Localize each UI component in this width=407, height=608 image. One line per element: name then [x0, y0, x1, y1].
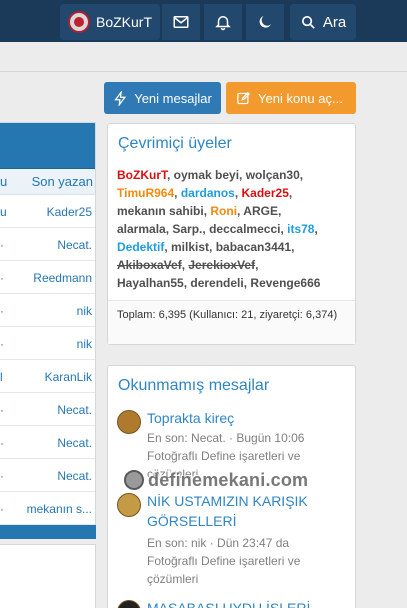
table-row[interactable]: u Kader25	[0, 195, 95, 228]
table-row[interactable]: · mekanın s...	[0, 492, 95, 525]
row-cell-left: ·	[0, 403, 4, 417]
table-row[interactable]: · nik	[0, 327, 95, 360]
last-poster-link[interactable]: Kader25	[47, 205, 92, 219]
last-poster-link[interactable]: nik	[77, 337, 92, 351]
table-row[interactable]: · Reedmann	[0, 261, 95, 294]
thread-meta: En son: nik · Dün 23:47 da	[147, 536, 290, 550]
list-item: MASABAŞI UYDU İŞLERİ	[117, 598, 349, 608]
row-cell-left: ·	[0, 238, 4, 252]
table-row[interactable]: · nik	[0, 294, 95, 327]
online-user-link[interactable]: Hayalhan55	[117, 276, 184, 290]
last-poster-link[interactable]: mekanın s...	[27, 502, 92, 516]
site-watermark: definemekani.com	[124, 468, 308, 492]
avatar[interactable]	[117, 600, 141, 608]
forum-table: u Son yazan u Kader25 · Necat. · Reedmann ·…	[0, 122, 96, 539]
new-messages-button[interactable]: Yeni mesajlar	[104, 82, 221, 114]
search-icon	[301, 15, 315, 29]
last-poster-link[interactable]: Reedmann	[33, 271, 92, 285]
online-user-link[interactable]: deccalmecci	[209, 222, 280, 236]
watermark-logo-icon	[124, 470, 144, 490]
dark-mode-toggle[interactable]	[246, 4, 284, 40]
online-users-list: BoZKurT, oymak beyi, wolçan30, TimuR964,…	[117, 168, 321, 290]
inbox-button[interactable]	[162, 4, 200, 40]
last-poster-link[interactable]: Necat.	[57, 403, 92, 417]
column-header-last-poster: Son yazan	[31, 174, 93, 189]
online-user-link[interactable]: BoZKurT	[117, 168, 167, 182]
table-row[interactable]: · Necat.	[0, 426, 95, 459]
online-user-link[interactable]: Dedektif	[117, 240, 164, 254]
account-button[interactable]: BoZKurT	[60, 4, 160, 40]
online-user-link[interactable]: Kader25	[242, 186, 289, 200]
user-avatar	[68, 11, 90, 33]
sub-navigation-bar	[0, 42, 407, 72]
online-user-link[interactable]: alarmala	[117, 222, 166, 236]
row-cell-left: l	[0, 370, 3, 384]
mail-icon	[173, 16, 189, 28]
online-user-link[interactable]: mekanın sahibi	[117, 204, 204, 218]
thread-title-link[interactable]: NİK USTAMIZIN KARIŞIK GÖRSELLERİ	[147, 491, 343, 531]
forum-table-secondary	[0, 544, 96, 608]
thread-title-link[interactable]: Toprakta kireç	[147, 408, 343, 428]
last-poster-link[interactable]: KaranLik	[45, 370, 92, 384]
online-user-link[interactable]: Revenge666	[250, 276, 320, 290]
search-button[interactable]: Ara	[290, 4, 356, 40]
online-user-link[interactable]: dardanos	[181, 186, 235, 200]
table-row[interactable]: l KaranLik	[0, 360, 95, 393]
new-messages-label: Yeni mesajlar	[134, 90, 212, 106]
online-user-link[interactable]: TimuR964	[117, 186, 174, 200]
online-users-total: Toplam: 6,395 (Kullanıcı: 21, ziyaretçi:…	[108, 300, 355, 344]
table-row[interactable]: · Necat.	[0, 228, 95, 261]
table-row[interactable]: · Necat.	[0, 393, 95, 426]
account-username: BoZKurT	[96, 14, 153, 30]
online-user-link[interactable]: JerekioxVef	[188, 258, 255, 272]
row-cell-left: ·	[0, 304, 4, 318]
thread-forum-link[interactable]: Fotoğraflı Define işaretleri ve çözümler…	[147, 552, 343, 588]
online-users-title[interactable]: Çevrimiçi üyeler	[118, 135, 232, 153]
online-user-link[interactable]: derendeli	[190, 276, 243, 290]
table-row[interactable]: · Necat.	[0, 459, 95, 492]
online-user-link[interactable]: its78	[287, 222, 314, 236]
forum-table-column-header: u Son yazan	[0, 169, 95, 195]
last-poster-link[interactable]: Necat.	[57, 238, 92, 252]
edit-icon	[237, 91, 251, 104]
column-header-left: u	[0, 174, 8, 189]
online-user-link[interactable]: babacan3441	[216, 240, 291, 254]
bell-icon	[215, 16, 231, 31]
list-item: Toprakta kireç En son: Necat. · Bugün 10…	[117, 408, 349, 481]
online-user-link[interactable]: oymak beyi	[174, 168, 239, 182]
online-user-link[interactable]: milkist	[171, 240, 209, 254]
row-cell-left: ·	[0, 502, 4, 516]
search-label: Ara	[322, 13, 347, 31]
online-user-link[interactable]: Sarp.	[172, 222, 202, 236]
forum-table-footer	[0, 525, 96, 539]
last-poster-link[interactable]: Necat.	[57, 436, 92, 450]
alerts-button[interactable]	[204, 4, 242, 40]
row-cell-left: ·	[0, 436, 4, 450]
row-cell-left: ·	[0, 469, 4, 483]
avatar[interactable]	[117, 493, 141, 517]
row-cell-left: ·	[0, 271, 4, 285]
row-cell-left: u	[0, 205, 7, 219]
last-poster-link[interactable]: nik	[77, 304, 92, 318]
thread-meta: En son: Necat. · Bugün 10:06	[147, 431, 305, 445]
list-item: NİK USTAMIZIN KARIŞIK GÖRSELLERİ En son:…	[117, 491, 349, 586]
row-cell-left: ·	[0, 337, 4, 351]
online-user-link[interactable]: Roni	[210, 204, 237, 218]
new-thread-label: Yeni konu aç...	[258, 90, 343, 106]
top-navigation-bar: BoZKurT Ara	[0, 0, 407, 42]
forum-table-header	[0, 123, 95, 169]
online-user-link[interactable]: wolçan30	[246, 168, 300, 182]
bolt-icon	[114, 90, 127, 106]
online-users-widget: Çevrimiçi üyeler BoZKurT, oymak beyi, wo…	[107, 123, 356, 345]
watermark-text: definemekani.com	[148, 469, 309, 490]
online-user-link[interactable]: ARGE	[243, 204, 278, 218]
online-user-link[interactable]: AkiboxaVef	[117, 258, 182, 272]
unread-messages-title[interactable]: Okunmamış mesajlar	[118, 377, 269, 395]
thread-title-link[interactable]: MASABAŞI UYDU İŞLERİ	[147, 598, 343, 608]
last-poster-link[interactable]: Necat.	[57, 469, 92, 483]
avatar[interactable]	[117, 410, 141, 434]
moon-icon	[259, 16, 271, 28]
new-thread-button[interactable]: Yeni konu aç...	[226, 82, 356, 114]
